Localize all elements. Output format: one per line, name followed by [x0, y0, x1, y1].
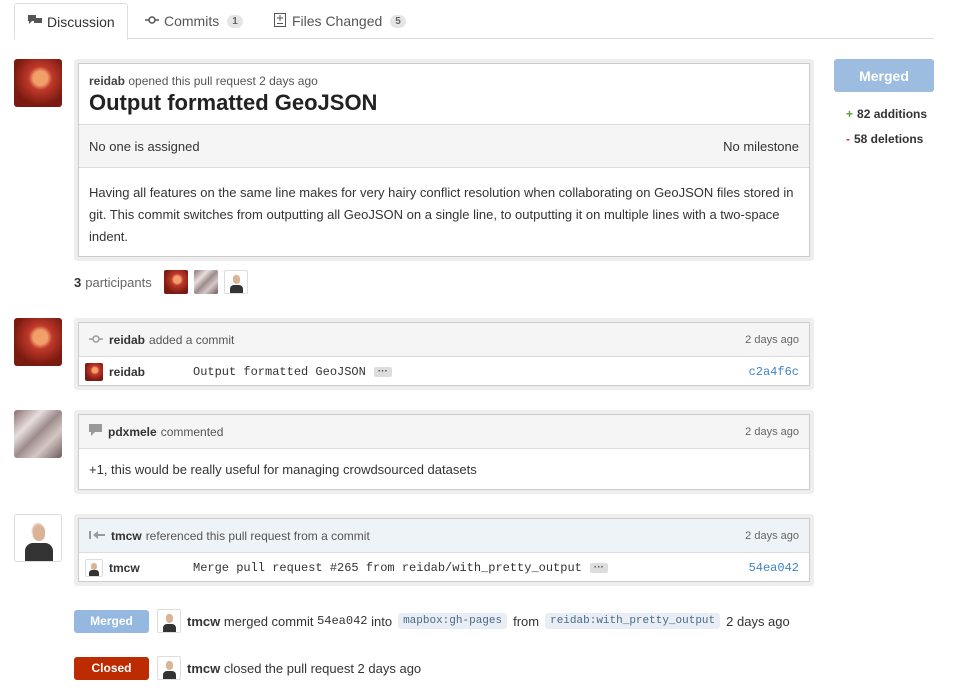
commit-author[interactable]: tmcw	[109, 561, 193, 575]
expand-commit-button[interactable]: ···	[589, 563, 608, 573]
commit-row: tmcw Merge pull request #265 from reidab…	[79, 553, 809, 583]
deletions-stat: -58 deletions	[846, 132, 923, 146]
timestamp[interactable]: 2 days ago	[745, 426, 799, 438]
timestamp[interactable]: 2 days ago	[745, 334, 799, 346]
comment-card: pdxmele commented 2 days ago +1, this wo…	[78, 414, 810, 490]
assignee-label[interactable]: No one is assigned	[89, 139, 200, 154]
commit-sha-link[interactable]: c2a4f6c	[749, 365, 799, 379]
avatar[interactable]	[14, 318, 62, 366]
commit-message[interactable]: Merge pull request #265 from reidab/with…	[193, 561, 582, 575]
pr-meta: reidab opened this pull request 2 days a…	[89, 74, 799, 88]
avatar[interactable]	[14, 59, 62, 107]
author-link[interactable]: pdxmele	[108, 425, 157, 439]
commit-author[interactable]: reidab	[109, 365, 193, 379]
milestone-label[interactable]: No milestone	[723, 139, 799, 154]
commit-sha-link[interactable]: 54ea042	[317, 614, 367, 628]
tab-commits[interactable]: Commits 1	[132, 3, 255, 39]
commit-sha-link[interactable]: 54ea042	[749, 561, 799, 575]
reference-card: tmcw referenced this pull request from a…	[78, 518, 810, 582]
closed-badge: Closed	[74, 656, 149, 680]
tab-label: Discussion	[47, 13, 115, 30]
merged-status-button[interactable]: Merged	[834, 59, 934, 92]
timestamp[interactable]: 2 days ago	[745, 530, 799, 542]
event-action: merged commit	[223, 613, 314, 629]
files-count-badge: 5	[390, 14, 406, 28]
avatar[interactable]	[14, 514, 62, 562]
merge-event: Merged tmcw merged commit 54ea042 into m…	[74, 609, 790, 633]
event-action: referenced this pull request from a comm…	[145, 528, 370, 543]
author-link[interactable]: tmcw	[187, 614, 220, 629]
event-action: added a commit	[149, 332, 235, 347]
commit-event-header: reidab added a commit 2 days ago	[79, 323, 809, 357]
avatar[interactable]	[157, 609, 181, 633]
additions-stat: +82 additions	[846, 107, 927, 121]
comment-icon	[89, 424, 102, 439]
pr-info-bar: No one is assigned No milestone	[79, 124, 809, 168]
timestamp[interactable]: 2 days ago	[726, 614, 790, 629]
commit-icon	[144, 14, 160, 28]
into-label: into	[371, 613, 393, 629]
diff-icon	[272, 12, 288, 30]
reference-header: tmcw referenced this pull request from a…	[79, 519, 809, 553]
participant-avatar-reidab[interactable]	[163, 270, 188, 294]
pr-body-text: Having all features on the same line mak…	[89, 185, 794, 244]
commit-event-card: reidab added a commit 2 days ago reidab …	[78, 322, 810, 386]
avatar[interactable]	[157, 656, 181, 680]
participants: 3 participants	[74, 270, 248, 294]
avatar[interactable]	[85, 559, 103, 577]
comment-header: pdxmele commented 2 days ago	[79, 415, 809, 449]
tab-label: Commits	[164, 13, 220, 29]
from-label: from	[513, 613, 540, 629]
page-title: Output formatted GeoJSON	[89, 90, 378, 115]
minus-sign: -	[846, 132, 850, 146]
commit-message[interactable]: Output formatted GeoJSON	[193, 365, 366, 379]
tab-files-changed[interactable]: Files Changed 5	[260, 3, 418, 39]
commit-row: reidab Output formatted GeoJSON ··· c2a4…	[79, 357, 809, 387]
deletions-label: 58 deletions	[854, 132, 924, 146]
additions-label: 82 additions	[857, 107, 928, 121]
discussion-icon	[27, 14, 43, 29]
merged-badge: Merged	[74, 609, 149, 633]
participants-label: participants	[85, 274, 152, 290]
tab-discussion[interactable]: Discussion	[14, 3, 128, 40]
pr-tabs: Discussion Commits 1 Files Changed 5	[14, 3, 934, 40]
author-link[interactable]: tmcw	[187, 661, 220, 676]
tab-label: Files Changed	[292, 13, 383, 29]
pr-author-link[interactable]: reidab	[89, 74, 125, 88]
avatar[interactable]	[14, 410, 62, 458]
commit-icon	[89, 333, 103, 347]
reference-arrow-icon	[89, 529, 105, 543]
commits-count-badge: 1	[227, 14, 243, 28]
close-event: Closed tmcw closed the pull request 2 da…	[74, 656, 421, 680]
avatar[interactable]	[85, 363, 103, 381]
head-branch-ref[interactable]: reidab:with_pretty_output	[545, 613, 721, 629]
comment-body: +1, this would be really useful for mana…	[89, 462, 477, 477]
plus-sign: +	[846, 107, 854, 121]
participant-avatar-pdxmele[interactable]	[193, 270, 218, 294]
participants-count: 3	[74, 274, 82, 290]
pr-opened-text: opened this pull request 2 days ago	[128, 74, 318, 88]
participant-avatar-tmcw[interactable]	[223, 270, 248, 294]
event-action: closed the pull request 2 days ago	[223, 660, 422, 676]
expand-commit-button[interactable]: ···	[373, 367, 392, 377]
base-branch-ref[interactable]: mapbox:gh-pages	[398, 613, 508, 629]
event-action: commented	[160, 424, 224, 439]
author-link[interactable]: tmcw	[111, 529, 142, 543]
pr-description-card: reidab opened this pull request 2 days a…	[78, 63, 810, 257]
author-link[interactable]: reidab	[109, 333, 145, 347]
